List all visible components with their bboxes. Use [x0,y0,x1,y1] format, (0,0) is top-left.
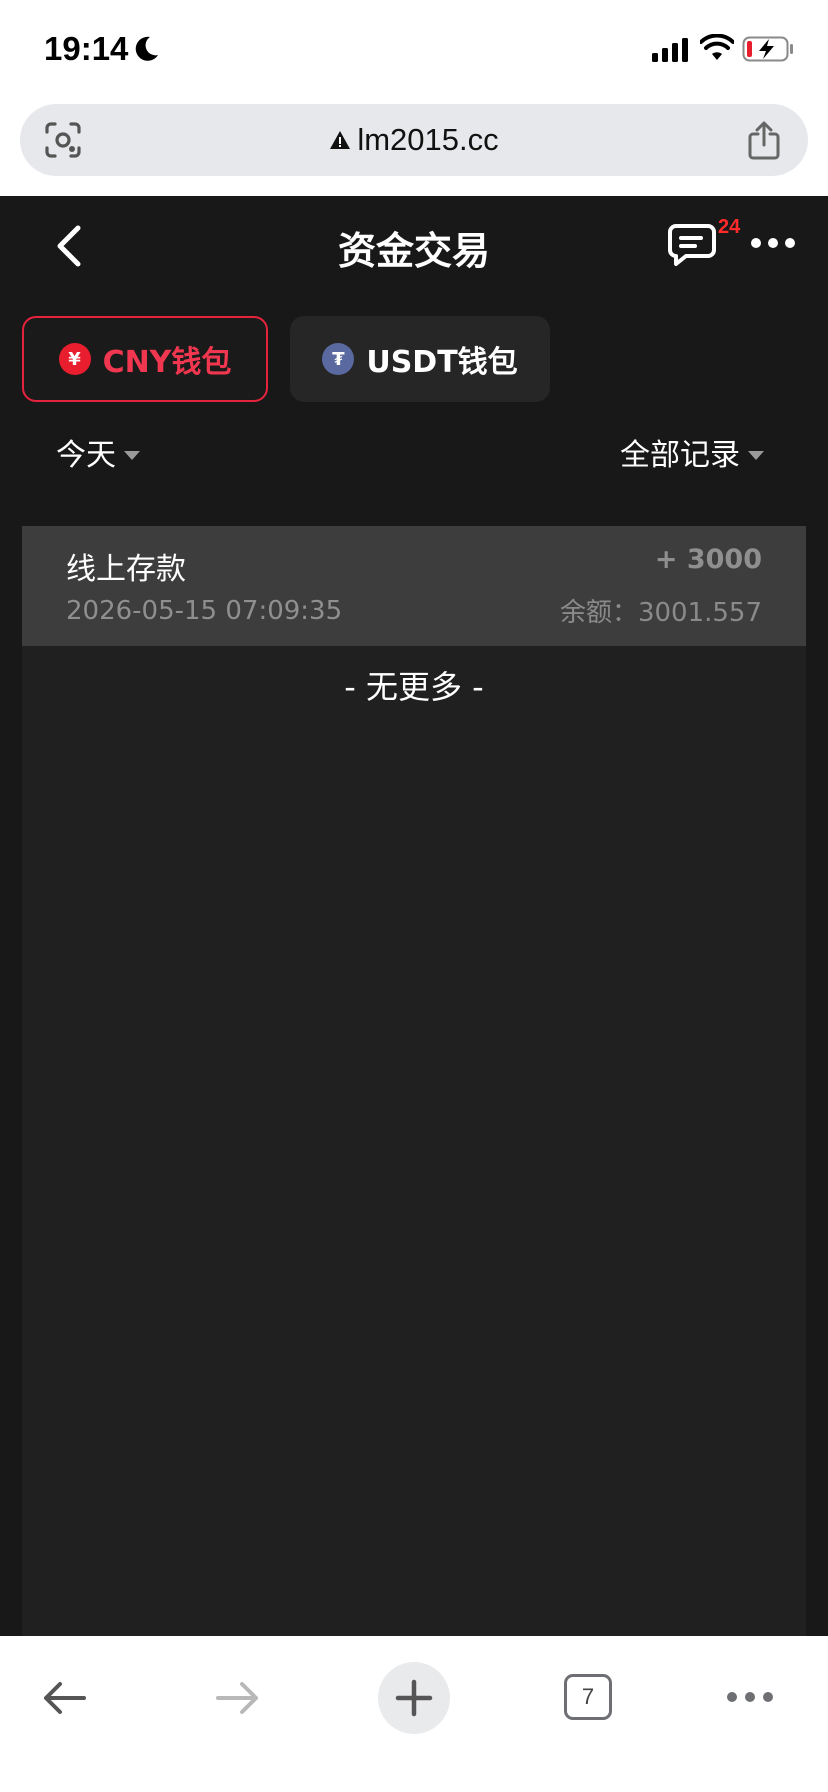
date-filter-label: 今天 [56,438,116,473]
record-type-filter-dropdown[interactable]: 全部记录 [620,430,764,474]
transaction-list: 线上存款 2026-05-15 07:09:35 + 3000 余额：3001.… [22,526,806,1636]
url-text[interactable]: lm2015.cc [357,122,498,158]
list-end-text: - 无更多 - [344,668,484,706]
not-secure-warning-icon [330,131,351,149]
record-type-filter-label: 全部记录 [620,438,740,473]
browser-back-icon[interactable] [40,1680,88,1716]
record-time: 2026-05-15 07:09:35 [66,596,343,626]
caret-down-icon [748,450,764,460]
browser-menu-icon[interactable] [726,1690,774,1704]
tab-cny-wallet-label: CNY钱包 [102,345,232,380]
list-item[interactable]: 线上存款 2026-05-15 07:09:35 + 3000 余额：3001.… [22,526,806,646]
tab-usdt-wallet[interactable]: ₮ USDT钱包 [290,316,550,402]
cellular-signal-icon [652,38,688,62]
browser-toolbar: 7 [0,1636,828,1792]
message-count-badge: 24 [718,216,741,238]
tab-switcher-button[interactable]: 7 [564,1674,612,1720]
date-filter-dropdown[interactable]: 今天 [56,430,140,474]
status-time: 19:14 [44,30,129,67]
new-tab-button[interactable] [378,1662,450,1734]
moon-icon [135,36,158,61]
cny-coin-icon: ¥ [58,343,91,375]
caret-down-icon [124,450,140,460]
plus-icon [395,1679,433,1717]
address-bar[interactable]: lm2015.cc [20,104,808,176]
record-balance: 余额：3001.557 [559,598,762,628]
status-bar: 19:14 [0,0,828,100]
more-options-icon[interactable] [750,236,796,250]
tab-cny-wallet[interactable]: ¥ CNY钱包 [22,316,268,402]
app-content: 资金交易 24 ¥ CNY钱包 ₮ USDT钱包 今天 全部记录 线上存款 20… [0,196,828,1636]
record-amount: + 3000 [654,544,762,575]
wifi-icon [700,34,734,60]
record-title: 线上存款 [66,552,186,587]
tab-usdt-wallet-label: USDT钱包 [366,345,518,380]
share-icon[interactable] [746,120,782,160]
usdt-coin-icon: ₮ [322,343,355,375]
browser-forward-icon[interactable] [214,1680,262,1716]
message-icon[interactable] [668,222,716,266]
battery-charging-icon [742,36,793,62]
